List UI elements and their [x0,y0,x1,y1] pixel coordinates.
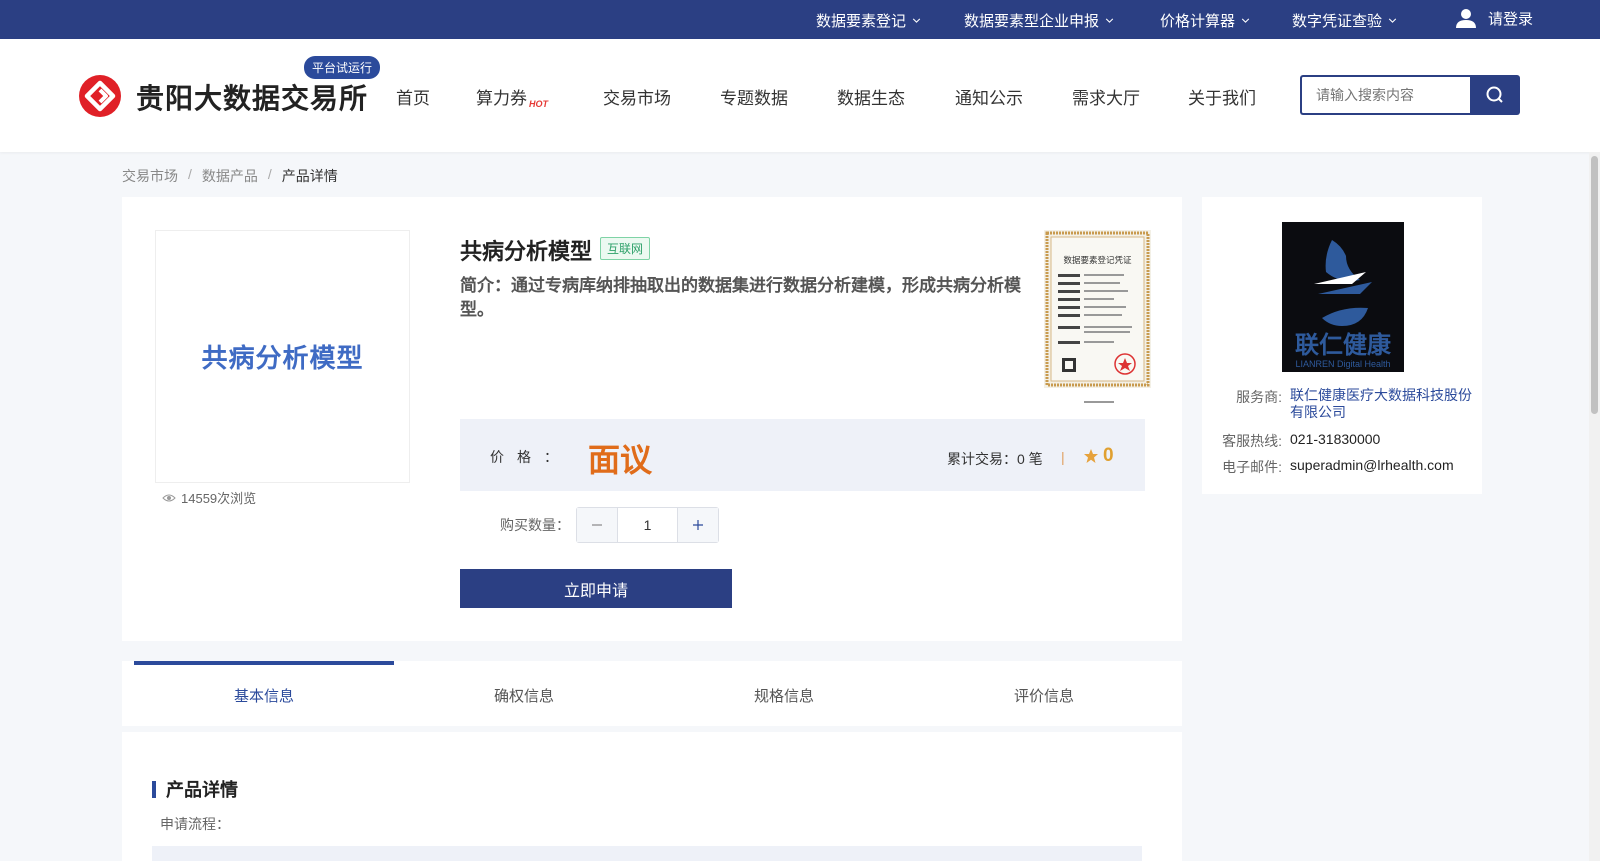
provider-card: 联仁健康 LIANREN Digital Health 服务商: 联仁健康医疗大… [1202,197,1482,494]
application-process-panel [152,846,1142,861]
minus-icon [592,524,602,526]
breadcrumb-trade-market[interactable]: 交易市场 [122,166,178,186]
topbar-item-data-registration[interactable]: 数据要素登记 [816,10,922,31]
provider-logo-text: 联仁健康 [1295,331,1392,359]
provider-logo-subtext: LIANREN Digital Health [1295,359,1390,369]
search-button[interactable] [1470,75,1520,115]
trial-run-badge: 平台试运行 [304,56,381,79]
chevron-down-icon [1241,18,1250,23]
industry-tag: 互联网 [600,237,651,260]
star-icon [1084,449,1098,463]
section-accent-bar [152,780,156,798]
nav-about-us[interactable]: 关于我们 [1188,84,1256,109]
product-detail-section: 产品详情 申请流程： [122,732,1182,861]
product-thumbnail-text: 共病分析模型 [201,343,364,373]
exchange-logo-icon[interactable] [79,75,121,117]
breadcrumb: 交易市场 / 数据产品 / 产品详情 [122,166,338,186]
main-header: 贵阳大数据交易所 平台试运行 首页 算力券 HOT 交易市场 专题数据 数据生态 … [0,39,1600,152]
provider-name-link[interactable]: 联仁健康医疗大数据科技股份有限公司 [1290,387,1475,421]
breadcrumb-separator: / [267,166,272,182]
search-icon [1486,86,1503,103]
top-utility-bar: 数据要素登记 数据要素型企业申报 价格计算器 数字凭证查验 请登录 [0,0,1600,39]
quantity-label: 购买数量： [500,517,570,533]
tab-review-info[interactable]: 评价信息 [914,661,1174,726]
tab-spec-info[interactable]: 规格信息 [654,661,914,726]
trade-count: 累计交易：0 笔 [947,451,1043,467]
provider-logo[interactable]: 联仁健康 LIANREN Digital Health [1282,222,1404,372]
application-process-label: 申请流程： [160,816,230,832]
product-summary-card: 共病分析模型 14559次浏览 共病分析模型 互联网 简介：通过专病库纳排抽取出… [122,197,1182,641]
eye-icon [162,494,176,501]
provider-hotline: 021-31830000 [1290,431,1381,447]
login-link[interactable]: 请登录 [1455,7,1533,29]
chevron-down-icon [912,18,921,23]
nav-notices[interactable]: 通知公示 [955,84,1023,109]
topbar-item-certificate-check[interactable]: 数字凭证查验 [1292,10,1398,31]
certificate-title: 数据要素登记凭证 [1063,255,1132,265]
page-scrollbar[interactable] [1589,152,1600,861]
nav-trade-market[interactable]: 交易市场 [603,84,671,109]
registration-certificate-image[interactable]: 数据要素登记凭证 [1044,230,1151,388]
provider-email-row: 电子邮件: superadmin@lrhealth.com [1222,457,1475,477]
info-tabs: 基本信息 确权信息 规格信息 评价信息 [122,661,1182,726]
section-title: 产品详情 [152,776,238,802]
nav-demand-hall[interactable]: 需求大厅 [1072,84,1140,109]
separator: | [1061,449,1065,465]
product-thumbnail: 共病分析模型 [155,230,410,483]
hot-badge: HOT [529,99,548,109]
price-panel: 价格： 面议 累计交易：0 笔 | 0 [460,419,1145,491]
nav-data-ecosystem[interactable]: 数据生态 [837,84,905,109]
scrollbar-thumb[interactable] [1591,156,1598,414]
search-input[interactable] [1300,75,1470,115]
site-logo-text[interactable]: 贵阳大数据交易所 [136,77,368,117]
product-title: 共病分析模型 [460,239,593,264]
provider-name-row: 服务商: 联仁健康医疗大数据科技股份有限公司 [1222,387,1475,421]
view-count: 14559次浏览 [162,488,256,507]
nav-topic-data[interactable]: 专题数据 [720,84,788,109]
nav-compute-voucher[interactable]: 算力券 HOT [476,84,548,109]
chevron-down-icon [1388,18,1397,23]
image-indicator [1084,401,1114,403]
chevron-down-icon [1105,18,1114,23]
rating: 0 [1083,445,1114,467]
topbar-item-enterprise-declare[interactable]: 数据要素型企业申报 [964,10,1115,31]
increase-quantity-button[interactable] [678,508,718,542]
provider-email: superadmin@lrhealth.com [1290,457,1454,473]
quantity-stepper: 1 [576,507,719,543]
apply-now-button[interactable]: 立即申请 [460,569,732,608]
tab-basic-info[interactable]: 基本信息 [134,661,394,726]
quantity-input[interactable]: 1 [617,508,678,542]
breadcrumb-data-products[interactable]: 数据产品 [202,166,258,186]
user-icon [1456,9,1476,28]
breadcrumb-product-detail: 产品详情 [281,168,338,184]
provider-hotline-row: 客服热线: 021-31830000 [1222,431,1475,451]
tab-rights-info[interactable]: 确权信息 [394,661,654,726]
product-intro: 简介：通过专病库纳排抽取出的数据集进行数据分析建模，形成共病分析模型。 [460,276,1021,319]
breadcrumb-separator: / [188,166,192,182]
decrease-quantity-button[interactable] [577,508,617,542]
price-label: 价格： [490,449,571,465]
price-value: 面议 [588,442,653,478]
topbar-item-price-calculator[interactable]: 价格计算器 [1160,10,1251,31]
nav-home[interactable]: 首页 [396,84,430,109]
plus-icon [693,520,703,530]
